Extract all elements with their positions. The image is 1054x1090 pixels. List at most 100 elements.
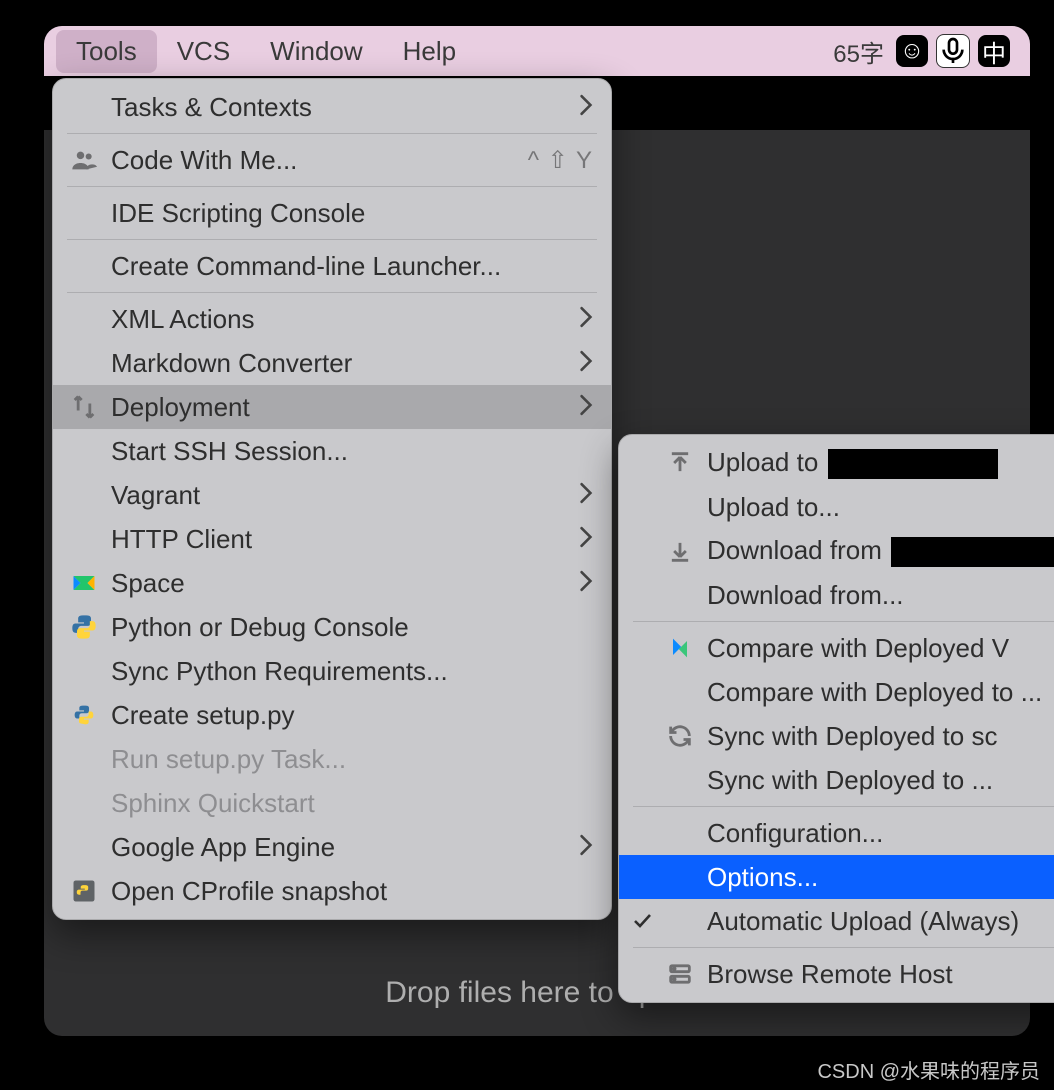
menu-item-label: XML Actions — [111, 304, 571, 335]
menu-item-sphinx-quickstart: Sphinx Quickstart — [53, 781, 611, 825]
menu-item-automatic-upload-always[interactable]: Automatic Upload (Always) — [619, 899, 1054, 943]
ime-icon[interactable]: 中 — [978, 35, 1010, 67]
menu-item-browse-remote-host[interactable]: Browse Remote Host — [619, 952, 1054, 996]
icon-placeholder — [663, 816, 697, 850]
menu-item-label: Deployment — [111, 392, 571, 423]
menu-item-options[interactable]: Options... — [619, 855, 1054, 899]
sync-icon — [663, 719, 697, 753]
menu-item-open-cprofile-snapshot[interactable]: Open CProfile snapshot — [53, 869, 611, 913]
menu-item-download-from[interactable]: Download from... — [619, 573, 1054, 617]
menu-item-label: Compare with Deployed V — [707, 633, 1054, 664]
menu-item-label: Upload to — [707, 447, 1054, 479]
chevron-right-icon — [579, 524, 593, 555]
chevron-right-icon — [579, 348, 593, 379]
menu-item-create-setup-py[interactable]: Create setup.py — [53, 693, 611, 737]
menu-item-label: Code With Me... — [111, 145, 528, 176]
icon-placeholder — [67, 346, 101, 380]
menu-item-label: IDE Scripting Console — [111, 198, 593, 229]
emoji-picker-icon[interactable]: ☺ — [896, 35, 928, 67]
icon-placeholder — [67, 742, 101, 776]
menu-item-sync-python-requirements[interactable]: Sync Python Requirements... — [53, 649, 611, 693]
menu-item-label: HTTP Client — [111, 524, 571, 555]
menu-item-label: Google App Engine — [111, 832, 571, 863]
menu-vcs[interactable]: VCS — [157, 30, 250, 73]
menu-item-ide-scripting-console[interactable]: IDE Scripting Console — [53, 191, 611, 235]
menu-item-compare-with-deployed-v[interactable]: Compare with Deployed V — [619, 626, 1054, 670]
icon-placeholder — [67, 90, 101, 124]
menu-item-label: Create setup.py — [111, 700, 593, 731]
menu-item-markdown-converter[interactable]: Markdown Converter — [53, 341, 611, 385]
menu-help[interactable]: Help — [383, 30, 476, 73]
icon-placeholder — [663, 490, 697, 524]
menu-tools[interactable]: Tools — [56, 30, 157, 73]
icon-placeholder — [663, 578, 697, 612]
menu-item-download-from[interactable]: Download from — [619, 529, 1054, 573]
menu-item-python-or-debug-console[interactable]: Python or Debug Console — [53, 605, 611, 649]
menu-item-label: Sync with Deployed to sc — [707, 721, 1054, 752]
menu-item-create-command-line-launcher[interactable]: Create Command-line Launcher... — [53, 244, 611, 288]
menu-item-compare-with-deployed-to[interactable]: Compare with Deployed to ... — [619, 670, 1054, 714]
menu-item-run-setup-py-task: Run setup.py Task... — [53, 737, 611, 781]
menu-item-tasks-contexts[interactable]: Tasks & Contexts — [53, 85, 611, 129]
menu-item-label: Sync with Deployed to ... — [707, 765, 1054, 796]
icon-placeholder — [663, 860, 697, 894]
menu-item-upload-to[interactable]: Upload to... — [619, 485, 1054, 529]
menu-item-label: Open CProfile snapshot — [111, 876, 593, 907]
chevron-right-icon — [579, 832, 593, 863]
tools-menu: Tasks & Contexts Code With Me...^ ⇧ Y IDE … — [52, 78, 612, 920]
menu-item-label: Vagrant — [111, 480, 571, 511]
icon-placeholder — [67, 786, 101, 820]
status-text: 65字 — [833, 34, 884, 69]
chevron-right-icon — [579, 92, 593, 123]
menu-item-label: Space — [111, 568, 571, 599]
menu-item-vagrant[interactable]: Vagrant — [53, 473, 611, 517]
deploy-icon — [67, 390, 101, 424]
menu-item-http-client[interactable]: HTTP Client — [53, 517, 611, 561]
menu-window[interactable]: Window — [250, 30, 382, 73]
icon-placeholder — [67, 654, 101, 688]
compare-icon — [663, 631, 697, 665]
icon-placeholder — [67, 249, 101, 283]
menu-item-configuration[interactable]: Configuration... — [619, 811, 1054, 855]
people-icon — [67, 143, 101, 177]
menu-item-upload-to[interactable]: Upload to — [619, 441, 1054, 485]
menu-item-label: Python or Debug Console — [111, 612, 593, 643]
menu-item-code-with-me[interactable]: Code With Me...^ ⇧ Y — [53, 138, 611, 182]
menu-item-label: Sync Python Requirements... — [111, 656, 593, 687]
menu-item-label: Tasks & Contexts — [111, 92, 571, 123]
icon-placeholder — [663, 904, 697, 938]
menu-item-label: Upload to... — [707, 492, 1054, 523]
chevron-right-icon — [579, 304, 593, 335]
menu-item-space[interactable]: Space — [53, 561, 611, 605]
menu-item-label: Sphinx Quickstart — [111, 788, 593, 819]
menu-item-deployment[interactable]: Deployment — [53, 385, 611, 429]
menu-item-xml-actions[interactable]: XML Actions — [53, 297, 611, 341]
menu-item-start-ssh-session[interactable]: Start SSH Session... — [53, 429, 611, 473]
icon-placeholder — [67, 522, 101, 556]
space-icon — [67, 566, 101, 600]
menubar: Tools VCS Window Help 65字 ☺ 中 — [44, 26, 1030, 77]
upload-icon — [663, 446, 697, 480]
menu-item-sync-with-deployed-to[interactable]: Sync with Deployed to ... — [619, 758, 1054, 802]
icon-placeholder — [67, 196, 101, 230]
menu-item-label: Download from... — [707, 580, 1054, 611]
icon-placeholder — [67, 434, 101, 468]
status-area: 65字 ☺ 中 — [833, 34, 1010, 69]
chevron-right-icon — [579, 392, 593, 423]
menu-item-label: Compare with Deployed to ... — [707, 677, 1054, 708]
menu-item-label: Configuration... — [707, 818, 1054, 849]
app-window: Tools VCS Window Help 65字 ☺ 中 Drop files… — [44, 26, 1030, 1036]
menu-item-label: Run setup.py Task... — [111, 744, 593, 775]
mic-icon[interactable] — [936, 34, 970, 68]
icon-placeholder — [67, 830, 101, 864]
menu-item-label: Browse Remote Host — [707, 959, 1054, 990]
menu-item-label: Options... — [707, 862, 1054, 893]
icon-placeholder — [663, 675, 697, 709]
menu-item-sync-with-deployed-to-sc[interactable]: Sync with Deployed to sc — [619, 714, 1054, 758]
menu-item-google-app-engine[interactable]: Google App Engine — [53, 825, 611, 869]
browse-icon — [663, 957, 697, 991]
download-icon — [663, 534, 697, 568]
menu-item-label: Automatic Upload (Always) — [707, 906, 1054, 937]
check-icon — [629, 911, 655, 931]
icon-placeholder — [663, 763, 697, 797]
